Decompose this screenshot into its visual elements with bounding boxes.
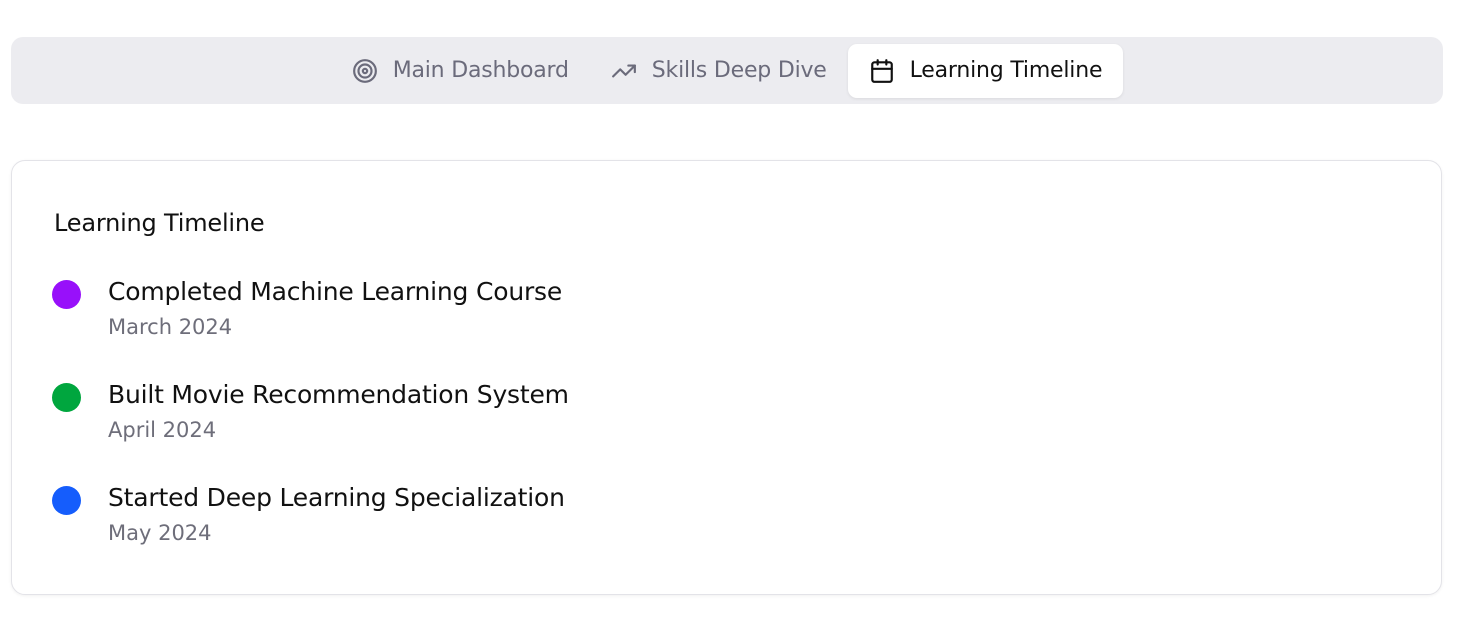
- tab-label: Skills Deep Dive: [651, 58, 827, 83]
- tab-main-dashboard[interactable]: Main Dashboard: [331, 44, 590, 98]
- tab-skills-deep-dive[interactable]: Skills Deep Dive: [590, 44, 848, 98]
- view-tabs: Main Dashboard Skills Deep Dive Learning…: [11, 37, 1443, 104]
- card-title: Learning Timeline: [54, 209, 265, 237]
- target-icon: [352, 58, 378, 84]
- tab-label: Learning Timeline: [909, 58, 1103, 83]
- event-date: March 2024: [108, 315, 233, 339]
- event-date: April 2024: [108, 418, 217, 442]
- status-dot: [52, 383, 81, 412]
- event-title: Started Deep Learning Specialization: [108, 483, 565, 512]
- tab-label: Main Dashboard: [392, 58, 569, 83]
- trending-up-icon: [611, 58, 637, 84]
- status-dot: [52, 486, 81, 515]
- calendar-icon: [869, 58, 895, 84]
- event-date: May 2024: [108, 521, 212, 545]
- status-dot: [52, 280, 81, 309]
- tab-learning-timeline[interactable]: Learning Timeline: [847, 43, 1124, 98]
- event-title: Built Movie Recommendation System: [108, 380, 569, 409]
- tab-list: Main Dashboard Skills Deep Dive Learning…: [331, 43, 1124, 98]
- event-title: Completed Machine Learning Course: [108, 277, 563, 306]
- learning-timeline-card: Learning Timeline Completed Machine Lear…: [11, 160, 1442, 595]
